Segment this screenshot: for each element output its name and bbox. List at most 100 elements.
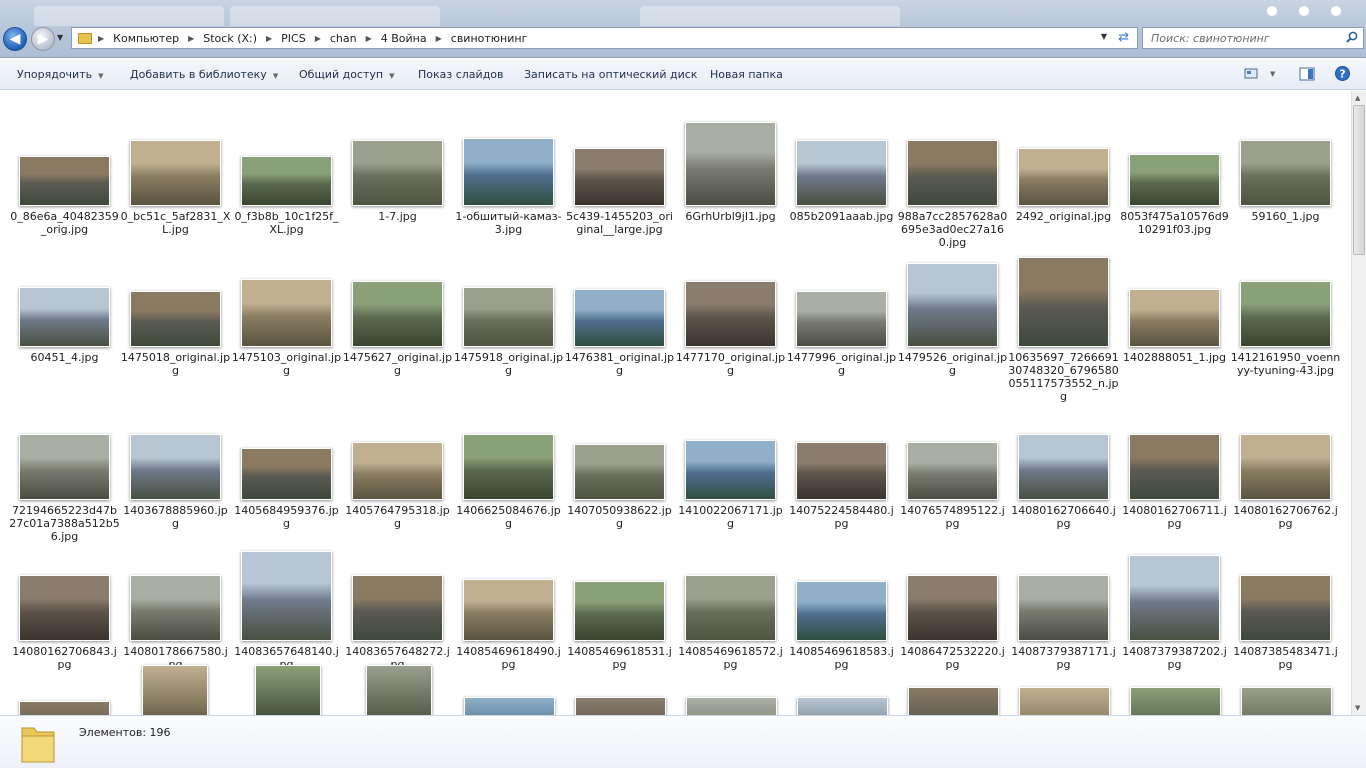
preview-pane-icon[interactable]: [1299, 67, 1315, 81]
file-item[interactable]: 1412161950_voennyy-tyuning-43.jpg: [1230, 247, 1341, 387]
breadcrumb-item-chan[interactable]: chan: [330, 32, 357, 45]
chevron-right-icon[interactable]: ▶: [266, 34, 272, 43]
file-item[interactable]: 1475103_original.jpg: [231, 247, 342, 387]
image-thumbnail[interactable]: [907, 140, 998, 206]
image-thumbnail[interactable]: [1018, 257, 1109, 347]
image-thumbnail[interactable]: [19, 701, 110, 715]
file-item[interactable]: 1476381_original.jpg: [564, 247, 675, 387]
breadcrumb-item-computer[interactable]: Компьютер: [113, 32, 179, 45]
image-thumbnail[interactable]: [574, 444, 665, 500]
image-thumbnail[interactable]: [463, 287, 554, 347]
vertical-scrollbar[interactable]: ▲ ▼: [1351, 91, 1366, 715]
image-thumbnail[interactable]: [130, 140, 221, 206]
image-thumbnail[interactable]: [19, 156, 110, 206]
image-thumbnail[interactable]: [366, 665, 432, 715]
file-item[interactable]: 14086472532220.jpg: [897, 541, 1008, 681]
image-thumbnail[interactable]: [796, 140, 887, 206]
chevron-right-icon[interactable]: ▶: [188, 34, 194, 43]
image-thumbnail[interactable]: [575, 697, 666, 715]
image-thumbnail[interactable]: [1240, 434, 1331, 500]
file-item[interactable]: 60451_4.jpg: [9, 247, 120, 387]
file-item[interactable]: 085b2091aaab.jpg: [786, 106, 897, 246]
file-item[interactable]: 1402888051_1.jpg: [1119, 247, 1230, 387]
image-thumbnail[interactable]: [908, 687, 999, 715]
file-item[interactable]: 14080162706711.jpg: [1119, 400, 1230, 540]
file-item[interactable]: 72194665223d47b27c01a7388a512b56.jpg: [9, 400, 120, 543]
file-item[interactable]: 1477170_original.jpg: [675, 247, 786, 387]
image-thumbnail[interactable]: [1241, 687, 1332, 715]
file-item[interactable]: 14080178667580.jpg: [120, 541, 231, 681]
breadcrumb-item-pics[interactable]: PICS: [281, 32, 306, 45]
image-thumbnail[interactable]: [352, 442, 443, 500]
back-button[interactable]: ◀: [3, 27, 27, 51]
file-item[interactable]: 1477996_original.jpg: [786, 247, 897, 387]
image-thumbnail[interactable]: [19, 434, 110, 500]
image-thumbnail[interactable]: [574, 289, 665, 347]
image-thumbnail[interactable]: [463, 434, 554, 500]
file-item[interactable]: 1403678885960.jpg: [120, 400, 231, 540]
slideshow-button[interactable]: Показ слайдов: [418, 68, 504, 81]
file-item[interactable]: 1405764795318.jpg: [342, 400, 453, 540]
minimize-button[interactable]: [1266, 5, 1278, 17]
image-thumbnail[interactable]: [686, 697, 777, 715]
chevron-right-icon[interactable]: ▶: [436, 34, 442, 43]
breadcrumb-item-current[interactable]: свинотюнинг: [451, 32, 528, 45]
image-thumbnail[interactable]: [907, 442, 998, 500]
address-bar[interactable]: ▶ Компьютер ▶ Stock (X:) ▶ PICS ▶ chan ▶…: [71, 27, 1138, 49]
file-item[interactable]: 1475918_original.jpg: [453, 247, 564, 387]
file-item[interactable]: 14087385483471.jpg: [1230, 541, 1341, 681]
image-thumbnail[interactable]: [1240, 575, 1331, 641]
file-item[interactable]: 14083657648140.jpg: [231, 541, 342, 681]
file-item[interactable]: 1-обшитый-камаз-3.jpg: [453, 106, 564, 246]
recent-pages-chevron-icon[interactable]: ▼: [57, 33, 63, 42]
new-folder-button[interactable]: Новая папка: [710, 68, 783, 81]
search-input[interactable]: Поиск: свинотюнинг: [1142, 27, 1364, 49]
image-thumbnail[interactable]: [241, 279, 332, 347]
file-item[interactable]: 0_bc51c_5af2831_XL.jpg: [120, 106, 231, 246]
file-item[interactable]: 0_86e6a_40482359_orig.jpg: [9, 106, 120, 246]
image-thumbnail[interactable]: [1240, 281, 1331, 347]
image-thumbnail[interactable]: [1018, 148, 1109, 206]
chevron-right-icon[interactable]: ▶: [315, 34, 321, 43]
burn-disc-button[interactable]: Записать на оптический диск: [524, 68, 697, 81]
file-item[interactable]: 14083657648272.jpg: [342, 541, 453, 681]
image-thumbnail[interactable]: [574, 148, 665, 206]
organize-button[interactable]: Упорядочить ▼: [17, 68, 104, 81]
file-item[interactable]: 1407050938622.jpg: [564, 400, 675, 540]
file-item[interactable]: 0_f3b8b_10c1f25f_XL.jpg: [231, 106, 342, 246]
file-item[interactable]: 1-7.jpg: [342, 106, 453, 246]
search-icon[interactable]: [1346, 31, 1358, 43]
image-thumbnail[interactable]: [463, 138, 554, 206]
image-thumbnail[interactable]: [1018, 434, 1109, 500]
image-thumbnail[interactable]: [464, 697, 555, 715]
image-thumbnail[interactable]: [1019, 687, 1110, 715]
view-options-icon[interactable]: [1244, 67, 1260, 81]
file-item[interactable]: 10635697_726669130748320_679658005511757…: [1008, 247, 1119, 403]
image-thumbnail[interactable]: [796, 442, 887, 500]
image-thumbnail[interactable]: [685, 281, 776, 347]
file-item[interactable]: 2492_original.jpg: [1008, 106, 1119, 246]
image-thumbnail[interactable]: [685, 575, 776, 641]
image-thumbnail[interactable]: [241, 156, 332, 206]
image-thumbnail[interactable]: [1018, 575, 1109, 641]
image-thumbnail[interactable]: [130, 575, 221, 641]
file-item[interactable]: 1406625084676.jpg: [453, 400, 564, 540]
view-options-chevron-icon[interactable]: ▼: [1270, 70, 1275, 78]
chevron-right-icon[interactable]: ▶: [366, 34, 372, 43]
image-thumbnail[interactable]: [1130, 687, 1221, 715]
image-thumbnail[interactable]: [241, 551, 332, 641]
file-item[interactable]: 14085469618490.jpg: [453, 541, 564, 681]
scroll-up-icon[interactable]: ▲: [1355, 94, 1360, 102]
file-item[interactable]: 14076574895122.jpg: [897, 400, 1008, 540]
image-thumbnail[interactable]: [1129, 154, 1220, 206]
file-item[interactable]: 59160_1.jpg: [1230, 106, 1341, 246]
image-thumbnail[interactable]: [19, 575, 110, 641]
file-item[interactable]: 14087379387202.jpg: [1119, 541, 1230, 681]
chevron-right-icon[interactable]: ▶: [98, 34, 104, 43]
image-thumbnail[interactable]: [907, 575, 998, 641]
file-item[interactable]: 1405684959376.jpg: [231, 400, 342, 540]
add-to-library-button[interactable]: Добавить в библиотеку ▼: [130, 68, 278, 81]
image-thumbnail[interactable]: [685, 122, 776, 206]
file-item[interactable]: 14080162706762.jpg: [1230, 400, 1341, 540]
refresh-icon[interactable]: ⇄: [1118, 30, 1129, 45]
